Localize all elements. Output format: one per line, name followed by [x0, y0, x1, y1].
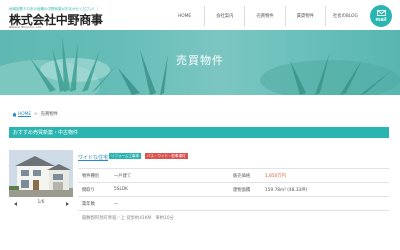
- photo-counter: 1/6: [37, 200, 45, 205]
- hero-title: 売買物件: [176, 54, 224, 67]
- row-label: 販売価格: [229, 168, 261, 183]
- main-nav: HOME 会社案内 売買物件 賃貸物件 社長のBLOG: [165, 6, 365, 26]
- table-row: 築年数 ー: [78, 196, 389, 211]
- property-tag-features: バス・ワイド・駐車場付: [145, 153, 188, 159]
- mail-icon: [376, 9, 386, 16]
- row-value: 5SLDK: [110, 182, 229, 197]
- property-photo[interactable]: [9, 150, 73, 197]
- row-label: 建物面積: [229, 182, 261, 197]
- section-title-bar: おすすめ売買新築・中古物件: [9, 127, 389, 138]
- hero-banner: 売買物件: [0, 30, 400, 95]
- table-row: 稲敷郡阿見町青宿／上 徒歩約41KM 車約10分: [78, 210, 389, 224]
- nav-item-home[interactable]: HOME: [165, 6, 204, 26]
- site-header: 地域密着５０年の信頼の中野商事がおまかせください！！ 株式会社中野商事 Naka…: [0, 0, 400, 30]
- section-title: おすすめ売買新築・中古物件: [13, 130, 79, 136]
- nav-item-rental[interactable]: 賃貸物件: [284, 6, 325, 26]
- price-value: 1,850万円: [261, 168, 389, 183]
- nav-item-sale[interactable]: 売買物件: [244, 6, 284, 26]
- breadcrumb-home-link[interactable]: HOME: [18, 112, 31, 117]
- row-label: 物件種別: [78, 168, 110, 183]
- breadcrumb-separator: >: [34, 111, 38, 117]
- nav-item-company[interactable]: 会社案内: [204, 6, 244, 26]
- mail-button[interactable]: mail: [370, 5, 392, 27]
- property-name-link[interactable]: ワイドな住宅: [78, 154, 108, 161]
- table-row: 物件種別 一戸建て 販売価格 1,850万円: [78, 168, 389, 183]
- nav-item-blog[interactable]: 社長のBLOG: [324, 6, 365, 26]
- photo-next-arrow[interactable]: [66, 202, 69, 206]
- site-logo-sub: Nakano Shoji Co., Ltd.: [9, 25, 43, 29]
- table-row: 間取り 5SLDK 建物面積 159.78m² (48.33坪): [78, 182, 389, 197]
- breadcrumb: HOME > 売買物件: [12, 111, 58, 117]
- property-detail-table: 物件種別 一戸建て 販売価格 1,850万円 間取り 5SLDK 建物面積 15…: [78, 168, 389, 224]
- row-value: 一戸建て: [110, 168, 229, 183]
- mail-label: mail: [375, 16, 387, 23]
- house-photo-image: [9, 150, 73, 197]
- address-value: 稲敷郡阿見町青宿／上 徒歩約41KM 車約10分: [78, 210, 389, 224]
- row-label: 間取り: [78, 182, 110, 197]
- row-value: 159.78m² (48.33坪): [261, 182, 389, 197]
- property-tag-renovated: リフォーム工事済: [109, 153, 141, 159]
- home-icon: [12, 112, 17, 116]
- row-label: 築年数: [78, 196, 110, 211]
- breadcrumb-current: 売買物件: [40, 112, 58, 117]
- row-value: ー: [110, 196, 229, 211]
